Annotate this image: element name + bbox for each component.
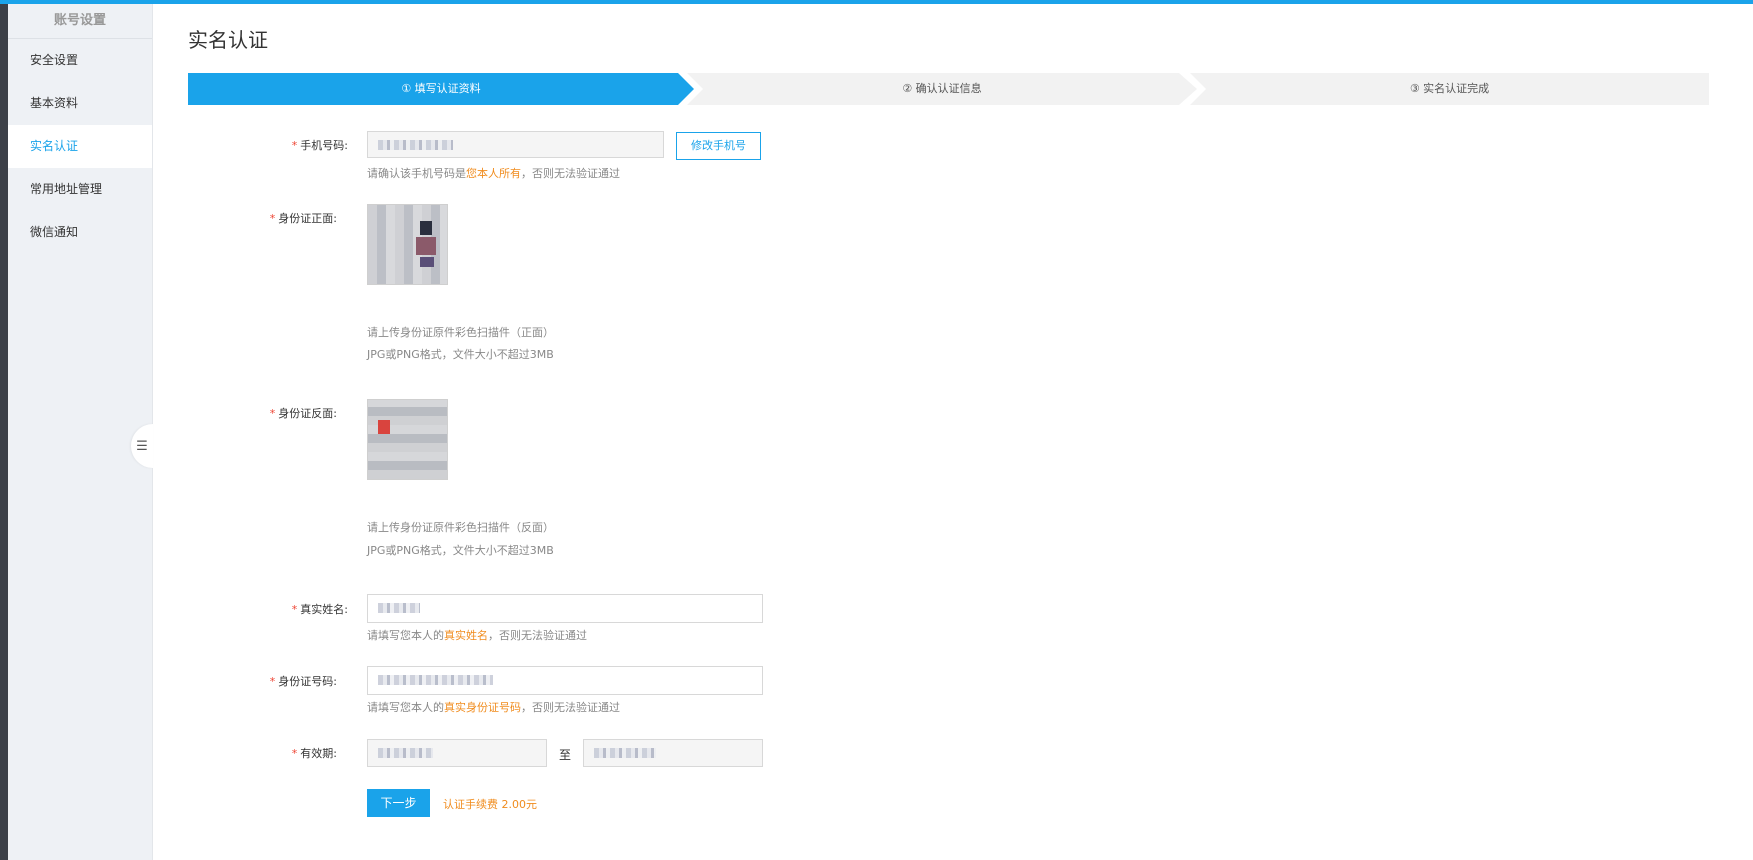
required-mark: * [291,747,298,760]
id-front-upload-thumbnail[interactable] [367,204,448,285]
step-fill-info: ① 填写认证资料 [188,73,694,105]
id-back-label-text: 身份证反面: [278,407,337,420]
required-mark: * [269,407,276,420]
real-name-hint-highlight: 真实姓名 [444,629,488,642]
phone-input[interactable] [367,131,664,158]
phone-hint-pre: 请确认该手机号码是 [367,167,466,180]
id-back-hint-2: JPG或PNG格式，文件大小不超过3MB [367,544,554,557]
real-name-hint-pre: 请填写您本人的 [367,629,444,642]
next-step-button[interactable]: 下一步 [367,789,430,817]
validity-label: * 有效期: [177,745,337,761]
id-front-hint-1: 请上传身份证原件彩色扫描件（正面） [367,326,554,339]
step-confirm-info: ② 确认认证信息 [687,73,1197,105]
step-complete: ③ 实名认证完成 [1190,73,1709,105]
phone-label-text: 手机号码: [300,139,348,152]
progress-steps: ① 填写认证资料 ② 确认认证信息 ③ 实名认证完成 [188,73,1709,105]
real-name-hint-post: ，否则无法验证通过 [488,629,587,642]
id-number-hint-post: ，否则无法验证通过 [521,701,620,714]
masked-end-date [594,748,656,758]
list-collapse-icon: ☰ [136,438,148,454]
required-mark: * [291,139,298,152]
masked-id-number-value [378,675,493,685]
id-back-hint-1: 请上传身份证原件彩色扫描件（反面） [367,521,554,534]
id-number-input[interactable] [367,666,763,695]
masked-name-value [378,603,420,613]
id-back-label: * 身份证反面: [177,405,337,421]
id-back-upload-thumbnail[interactable] [367,399,448,480]
real-name-hint: 请填写您本人的真实姓名，否则无法验证通过 [367,627,587,643]
id-front-hint-2: JPG或PNG格式，文件大小不超过3MB [367,348,554,361]
real-name-label: * 真实姓名: [188,601,348,617]
required-mark: * [269,212,276,225]
sidebar-item-security[interactable]: 安全设置 [8,39,152,82]
left-dark-strip [0,4,8,860]
validity-start-input[interactable] [367,739,547,767]
sidebar-item-real-name[interactable]: 实名认证 [8,125,152,168]
main-content: 实名认证 ① 填写认证资料 ② 确认认证信息 ③ 实名认证完成 * 手机号码: 修… [188,0,1753,860]
sidebar: 账号设置 安全设置 基本资料 实名认证 常用地址管理 微信通知 [8,4,153,860]
id-number-label: * 身份证号码: [177,673,337,689]
sidebar-title: 账号设置 [8,4,152,39]
validity-label-text: 有效期: [300,747,337,760]
id-front-label-text: 身份证正面: [278,212,337,225]
change-phone-button[interactable]: 修改手机号 [676,132,761,160]
phone-hint: 请确认该手机号码是您本人所有，否则无法验证通过 [367,165,620,181]
id-number-hint: 请填写您本人的真实身份证号码，否则无法验证通过 [367,699,620,715]
required-mark: * [269,675,276,688]
phone-hint-post: ，否则无法验证通过 [521,167,620,180]
sidebar-item-basic-info[interactable]: 基本资料 [8,82,152,125]
sidebar-item-wechat[interactable]: 微信通知 [8,211,152,254]
masked-phone-value [378,140,453,150]
id-number-label-text: 身份证号码: [278,675,337,688]
id-number-hint-pre: 请填写您本人的 [367,701,444,714]
real-name-input[interactable] [367,594,763,623]
id-front-label: * 身份证正面: [177,210,337,226]
phone-label: * 手机号码: [188,137,348,153]
page-title: 实名认证 [188,28,268,52]
id-number-hint-highlight: 真实身份证号码 [444,701,521,714]
real-name-label-text: 真实姓名: [300,603,348,616]
fee-text: 认证手续费 2.00元 [443,798,537,811]
validity-end-input[interactable] [583,739,763,767]
sidebar-item-address[interactable]: 常用地址管理 [8,168,152,211]
validity-separator: 至 [559,748,572,762]
phone-hint-highlight: 您本人所有 [466,167,521,180]
masked-start-date [378,748,433,758]
required-mark: * [291,603,298,616]
